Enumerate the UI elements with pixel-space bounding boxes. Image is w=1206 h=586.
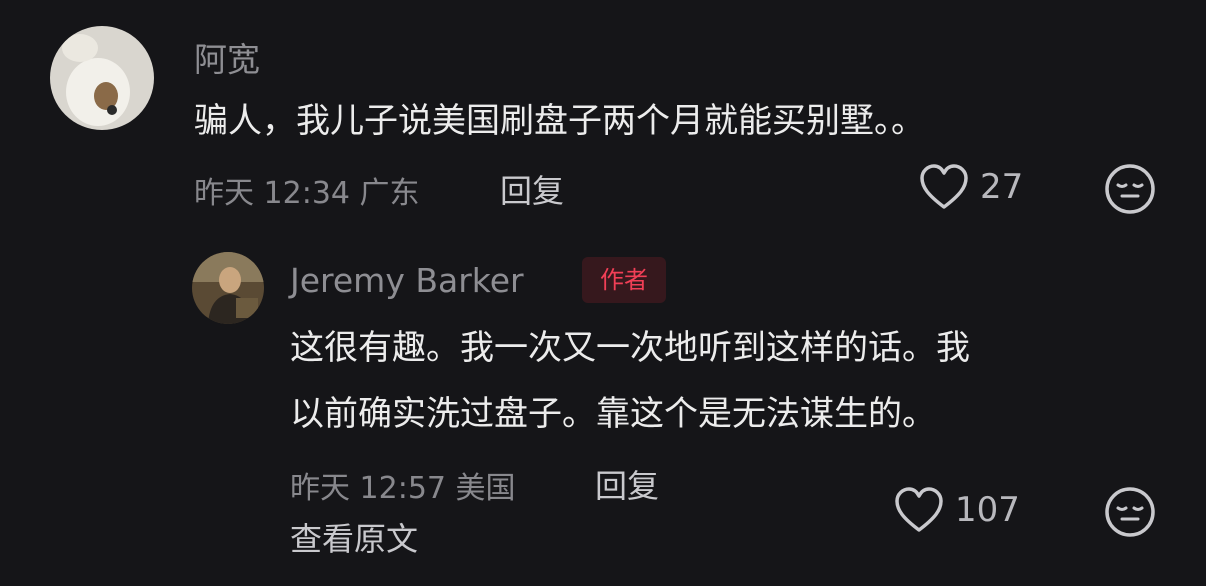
reply-button[interactable]: 回复	[500, 166, 564, 212]
like-count: 107	[955, 490, 1020, 530]
author-name[interactable]: Jeremy Barker	[290, 261, 524, 300]
commenter-avatar[interactable]	[50, 26, 154, 130]
author-avatar[interactable]	[192, 252, 264, 324]
comment-meta: 昨天 12:34 广东	[194, 176, 420, 211]
like-button[interactable]: 27	[918, 163, 1023, 211]
reply-text-line: 以前确实洗过盘子。靠这个是无法谋生的。	[290, 394, 936, 434]
author-badge: 作者	[582, 257, 666, 303]
heart-icon	[895, 487, 943, 532]
view-original-link[interactable]: 查看原文	[290, 514, 418, 560]
commenter-name[interactable]: 阿宽	[194, 33, 260, 81]
reply-meta: 昨天 12:57 美国	[290, 471, 516, 506]
like-count: 27	[980, 167, 1024, 207]
like-button[interactable]: 107	[893, 486, 1020, 534]
reply-text-line: 这很有趣。我一次又一次地听到这样的话。我	[290, 328, 970, 368]
face-emoji-icon[interactable]	[1104, 163, 1156, 215]
reply-button[interactable]: 回复	[595, 461, 659, 507]
comment-text: 骗人，我儿子说美国刷盘子两个月就能买别墅。。	[194, 101, 925, 141]
face-emoji-icon[interactable]	[1104, 486, 1156, 538]
heart-icon	[920, 164, 968, 209]
